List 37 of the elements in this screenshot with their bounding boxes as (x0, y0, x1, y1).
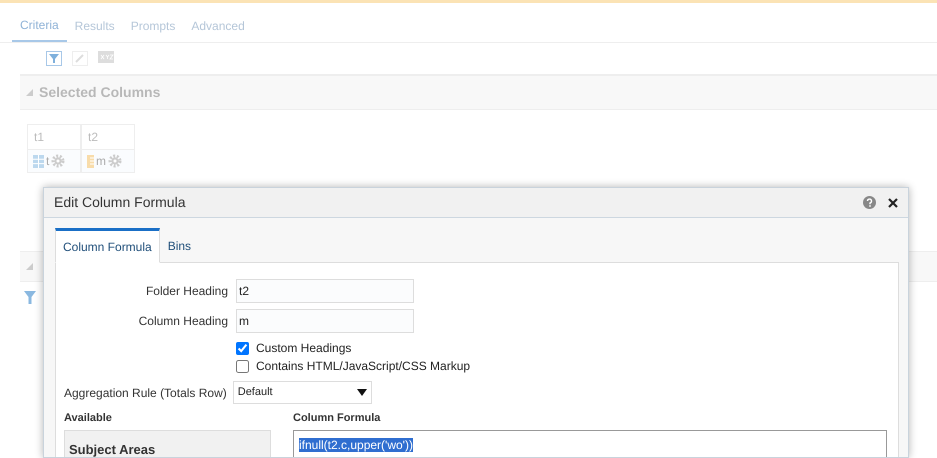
gear-icon[interactable] (108, 154, 122, 168)
checkbox[interactable] (236, 360, 249, 372)
panel-title: Subject Areas (65, 430, 270, 457)
text-field[interactable]: m (236, 309, 414, 333)
section-label: Available (64, 411, 113, 426)
edit-icon[interactable] (72, 51, 88, 66)
section-title: Selected Columns (39, 83, 160, 102)
section-header[interactable]: Selected Columns (20, 75, 937, 110)
aggregation-dropdown[interactable]: Default (232, 381, 372, 404)
gear-icon[interactable] (51, 154, 66, 168)
tab[interactable]: Criteria (12, 13, 67, 42)
checkbox[interactable] (236, 342, 249, 354)
checkbox-label: Custom Headings (256, 340, 352, 357)
close-icon[interactable] (888, 198, 898, 208)
filter-icon[interactable] (24, 291, 36, 304)
ruler-icon (87, 154, 94, 168)
checkbox-label: Contains HTML/JavaScript/CSS Markup (256, 358, 470, 375)
dialog-title: Edit Column Formula (54, 193, 186, 212)
table-icon (33, 154, 44, 168)
help-icon[interactable] (863, 196, 876, 209)
formula-field[interactable]: ifnull(t2.c,upper('wo')) (293, 430, 887, 457)
tab[interactable]: Advanced (183, 13, 253, 42)
column-name[interactable]: m (96, 152, 106, 170)
filter-icon[interactable] (46, 51, 62, 66)
collapse-icon[interactable] (26, 263, 33, 270)
field-label: Folder Heading (144, 283, 228, 300)
tab[interactable]: Prompts (122, 13, 184, 42)
field-label: Aggregation Rule (Totals Row) (64, 384, 227, 402)
field-label: Column Heading (138, 313, 228, 330)
section-label: Column Formula (293, 411, 382, 426)
tab[interactable]: Results (66, 13, 123, 42)
caret-icon[interactable] (356, 389, 367, 396)
dialog-tab[interactable]: Column Formula (55, 228, 160, 263)
collapse-icon[interactable] (26, 89, 33, 96)
xyz-icon[interactable] (98, 51, 114, 63)
column-name[interactable]: t (46, 152, 50, 170)
text-field[interactable]: t2 (236, 279, 414, 303)
